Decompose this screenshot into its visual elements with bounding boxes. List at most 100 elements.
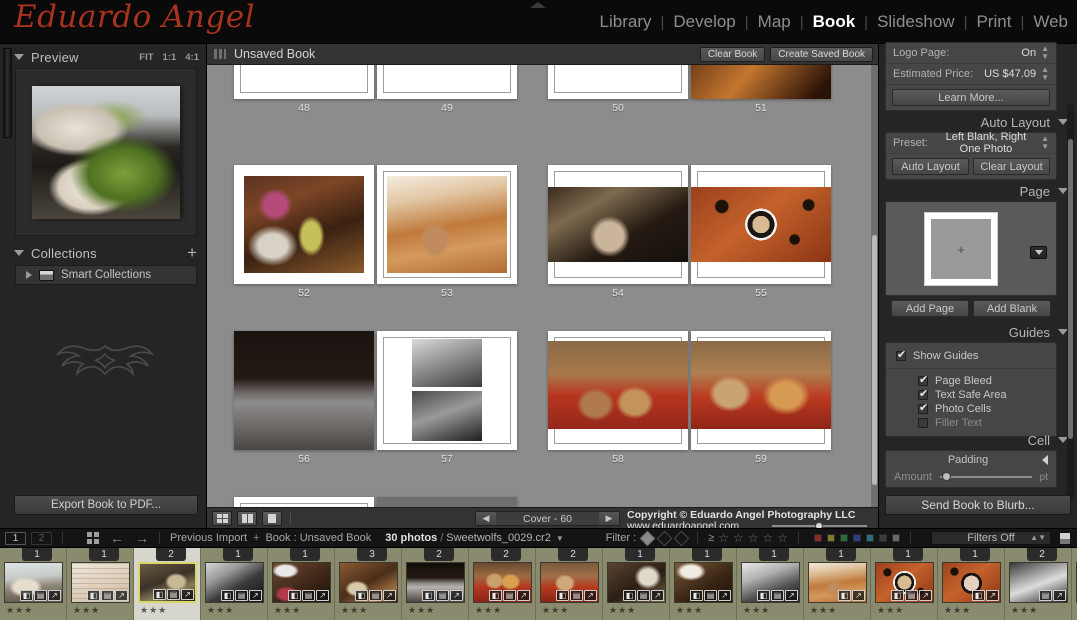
amount-row[interactable]: Amount pt xyxy=(886,469,1056,485)
logo-page-row[interactable]: Logo Page: On ▲ ▼ xyxy=(886,43,1056,64)
stepper-icon[interactable]: ▲▼ xyxy=(1030,534,1046,542)
develop-badge-icon[interactable]: ↗ xyxy=(517,590,530,601)
develop-badge-icon[interactable]: ↗ xyxy=(986,590,999,601)
page-spread[interactable] xyxy=(234,331,517,450)
crop-badge-icon[interactable]: ◧ xyxy=(87,590,100,601)
filmstrip-thumbnail[interactable]: 1 ◧ ▤ ↗ ★★★ xyxy=(0,548,67,620)
triangle-left-icon[interactable] xyxy=(1042,455,1048,465)
crop-badge-icon[interactable]: ◧ xyxy=(153,589,166,600)
star-icon[interactable]: ☆ xyxy=(748,531,759,545)
triangle-up-icon[interactable] xyxy=(530,2,546,8)
thumbnail-image[interactable]: ◧ ↗ xyxy=(942,562,1001,603)
book-page[interactable] xyxy=(234,497,374,507)
filmstrip-thumbnail[interactable] xyxy=(1072,548,1077,620)
zoom-1-1[interactable]: 1:1 xyxy=(163,52,177,63)
filmstrip-thumbnail[interactable]: 2 ◧ ▤ ↗ ★★★ xyxy=(402,548,469,620)
thumbnail-image[interactable]: ◧ ▤ ↗ xyxy=(607,562,666,603)
thumbnail-image[interactable]: ◧ ▤ ↗ xyxy=(272,562,331,603)
metadata-badge-icon[interactable]: ▤ xyxy=(302,590,315,601)
guide-option-filler-text[interactable]: Filler Text xyxy=(886,416,1056,430)
metadata-badge-icon[interactable]: ▤ xyxy=(570,590,583,601)
collections-panel-header[interactable]: Collections + xyxy=(0,242,207,264)
filmstrip-thumbnail[interactable]: 1 ◧ ↗ ★★★ xyxy=(938,548,1005,620)
page-section-header[interactable]: Page xyxy=(879,181,1077,201)
slider-knob[interactable] xyxy=(941,472,951,481)
chevron-right-icon[interactable]: ▶ xyxy=(599,512,619,525)
filmstrip-thumbnail[interactable]: 1 ◧ ▤ ↗ ★★★ xyxy=(670,548,737,620)
book-page[interactable] xyxy=(377,331,517,450)
filmstrip[interactable]: 1 ◧ ▤ ↗ ★★★ 1 ◧ ▤ ↗ ★★★ 2 ◧ ▤ ↗ ★★★ 1 ◧ … xyxy=(0,548,1077,620)
filmstrip-thumbnail[interactable]: 1 ◧ ▤ ↗ ★★★ xyxy=(737,548,804,620)
padlock-icon[interactable] xyxy=(1059,531,1071,545)
color-label-red[interactable] xyxy=(814,534,822,542)
module-slideshow[interactable]: Slideshow xyxy=(868,12,964,32)
book-page[interactable] xyxy=(234,331,374,450)
metadata-badge-icon[interactable]: ▤ xyxy=(235,590,248,601)
thumbnail-image[interactable]: ▤ ↗ xyxy=(1009,562,1068,603)
zoom-4-1[interactable]: 4:1 xyxy=(185,52,199,63)
develop-badge-icon[interactable]: ↗ xyxy=(249,590,262,601)
thumbnail-image[interactable]: ◧ ▤ ↗ xyxy=(406,562,465,603)
logo-page-value[interactable]: On xyxy=(1021,47,1036,59)
metadata-badge-icon[interactable]: ▤ xyxy=(101,590,114,601)
star-icon[interactable]: ☆ xyxy=(718,531,729,545)
thumbnail-rating[interactable]: ★★★ xyxy=(341,605,368,616)
chevron-down-icon[interactable]: ▼ xyxy=(556,534,564,543)
thumbnail-rating[interactable]: ★★★ xyxy=(609,605,636,616)
checkbox-show-guides[interactable] xyxy=(896,349,906,361)
filmstrip-thumbnail[interactable]: 2 ▤ ↗ ★★★ xyxy=(1005,548,1072,620)
book-page[interactable] xyxy=(691,165,831,284)
clear-layout-button[interactable]: Clear Layout xyxy=(973,158,1050,175)
filmstrip-thumbnail[interactable]: 1 ◧ ▤ ↗ ★★★ xyxy=(268,548,335,620)
metadata-badge-icon[interactable]: ▤ xyxy=(34,590,47,601)
rating-operator[interactable]: ≥ xyxy=(708,532,714,544)
page-layout-thumbnail[interactable]: + xyxy=(924,212,998,286)
module-map[interactable]: Map xyxy=(749,12,800,32)
page-navigator[interactable]: ◀ Cover - 60 ▶ xyxy=(475,511,620,526)
crop-badge-icon[interactable]: ◧ xyxy=(556,590,569,601)
breadcrumb-book[interactable]: Book : Unsaved Book xyxy=(265,532,371,544)
crop-badge-icon[interactable]: ◧ xyxy=(690,590,703,601)
multi-page-view-button[interactable] xyxy=(212,510,232,526)
book-page-grid[interactable]: 48 49 50 51 52 53 54 55 56 57 58 59 xyxy=(207,65,872,507)
book-page[interactable] xyxy=(377,65,517,99)
source-monitor-1-button[interactable]: 1 xyxy=(5,531,26,545)
estimated-price-row[interactable]: Estimated Price: US $47.09 ▲ ▼ xyxy=(886,64,1056,85)
stepper-icon[interactable]: ▲▼ xyxy=(1041,66,1049,82)
thumbnail-rating[interactable]: ★★★ xyxy=(542,605,569,616)
thumbnail-image[interactable]: ◧ ▤ ↗ xyxy=(138,562,197,603)
preset-value[interactable]: Left Blank, Right One Photo xyxy=(936,131,1036,155)
book-page[interactable] xyxy=(234,165,374,284)
color-label-none[interactable] xyxy=(879,534,887,542)
add-blank-button[interactable]: Add Blank xyxy=(973,300,1051,317)
auto-layout-section-header[interactable]: Auto Layout xyxy=(879,112,1077,132)
breadcrumb-previous-import[interactable]: Previous Import xyxy=(170,532,247,544)
identity-plate-logo[interactable]: Eduardo Angel xyxy=(14,0,255,35)
thumbnail-rating[interactable]: ★★★ xyxy=(140,605,167,616)
thumbnail-rating[interactable]: ★★★ xyxy=(475,605,502,616)
thumbnail-rating[interactable]: ★★★ xyxy=(408,605,435,616)
thumbnail-image[interactable]: ◧ ▤ ↗ xyxy=(473,562,532,603)
develop-badge-icon[interactable]: ↗ xyxy=(316,590,329,601)
develop-badge-icon[interactable]: ↗ xyxy=(584,590,597,601)
flag-reject-icon[interactable] xyxy=(673,530,690,546)
single-page-view-button[interactable] xyxy=(262,510,282,526)
center-scrollbar-thumb[interactable] xyxy=(872,235,877,485)
padding-row[interactable]: Padding xyxy=(886,451,1056,469)
star-icon[interactable]: ☆ xyxy=(733,531,744,545)
grid-icon[interactable] xyxy=(87,532,99,544)
thumbnail-rating[interactable]: ★★★ xyxy=(207,605,234,616)
color-label-custom[interactable] xyxy=(892,534,900,542)
center-scrollbar[interactable] xyxy=(871,65,878,507)
book-page[interactable] xyxy=(377,165,517,284)
guide-option-text-safe-area[interactable]: Text Safe Area xyxy=(886,388,1056,402)
checkbox-page-bleed[interactable] xyxy=(918,374,928,386)
preset-row[interactable]: Preset: Left Blank, Right One Photo ▲ ▼ xyxy=(886,131,1056,155)
metadata-badge-icon[interactable]: ▤ xyxy=(167,589,180,600)
metadata-badge-icon[interactable]: ▤ xyxy=(704,590,717,601)
guide-option-page-bleed[interactable]: Page Bleed xyxy=(886,374,1056,388)
metadata-badge-icon[interactable]: ▤ xyxy=(1039,590,1052,601)
thumbnail-rating[interactable]: ★★★ xyxy=(73,605,100,616)
show-guides-row[interactable]: Show Guides xyxy=(886,349,1056,363)
thumbnail-rating[interactable]: ★★★ xyxy=(676,605,703,616)
